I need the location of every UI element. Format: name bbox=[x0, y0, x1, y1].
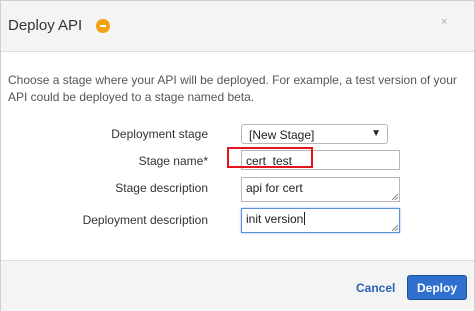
chevron-down-icon: ▼ bbox=[371, 128, 381, 139]
dialog-footer bbox=[1, 260, 474, 311]
stage-name-label: Stage name* bbox=[138, 154, 208, 168]
intro-text: Choose a stage where your API will be de… bbox=[8, 73, 457, 104]
deploy-api-dialog: Deploy API × Choose a stage where your A… bbox=[0, 0, 475, 311]
deploy-button[interactable]: Deploy bbox=[407, 275, 467, 300]
stage-description-textarea[interactable]: api for cert bbox=[241, 177, 400, 202]
resize-handle-icon[interactable] bbox=[391, 224, 398, 231]
cancel-button[interactable]: Cancel bbox=[356, 281, 395, 295]
resize-handle-icon[interactable] bbox=[391, 193, 398, 200]
deployment-description-textarea[interactable]: init version bbox=[241, 208, 400, 233]
deployment-stage-value: [New Stage] bbox=[249, 128, 315, 142]
dialog-header: Deploy API × bbox=[1, 1, 474, 52]
stage-name-highlight-box bbox=[227, 147, 313, 168]
stage-description-label: Stage description bbox=[115, 181, 208, 195]
deployment-stage-select[interactable]: [New Stage] ▼ bbox=[241, 124, 388, 144]
close-icon[interactable]: × bbox=[441, 16, 447, 28]
deployment-stage-label: Deployment stage bbox=[111, 127, 208, 141]
deployment-description-text: init version bbox=[246, 212, 306, 226]
dialog-title: Deploy API bbox=[8, 17, 83, 34]
text-cursor bbox=[304, 212, 306, 225]
info-badge-icon bbox=[96, 19, 110, 33]
deployment-description-label: Deployment description bbox=[82, 213, 208, 227]
stage-description-value: api for cert bbox=[246, 181, 303, 195]
deployment-description-value: init version bbox=[246, 212, 304, 226]
